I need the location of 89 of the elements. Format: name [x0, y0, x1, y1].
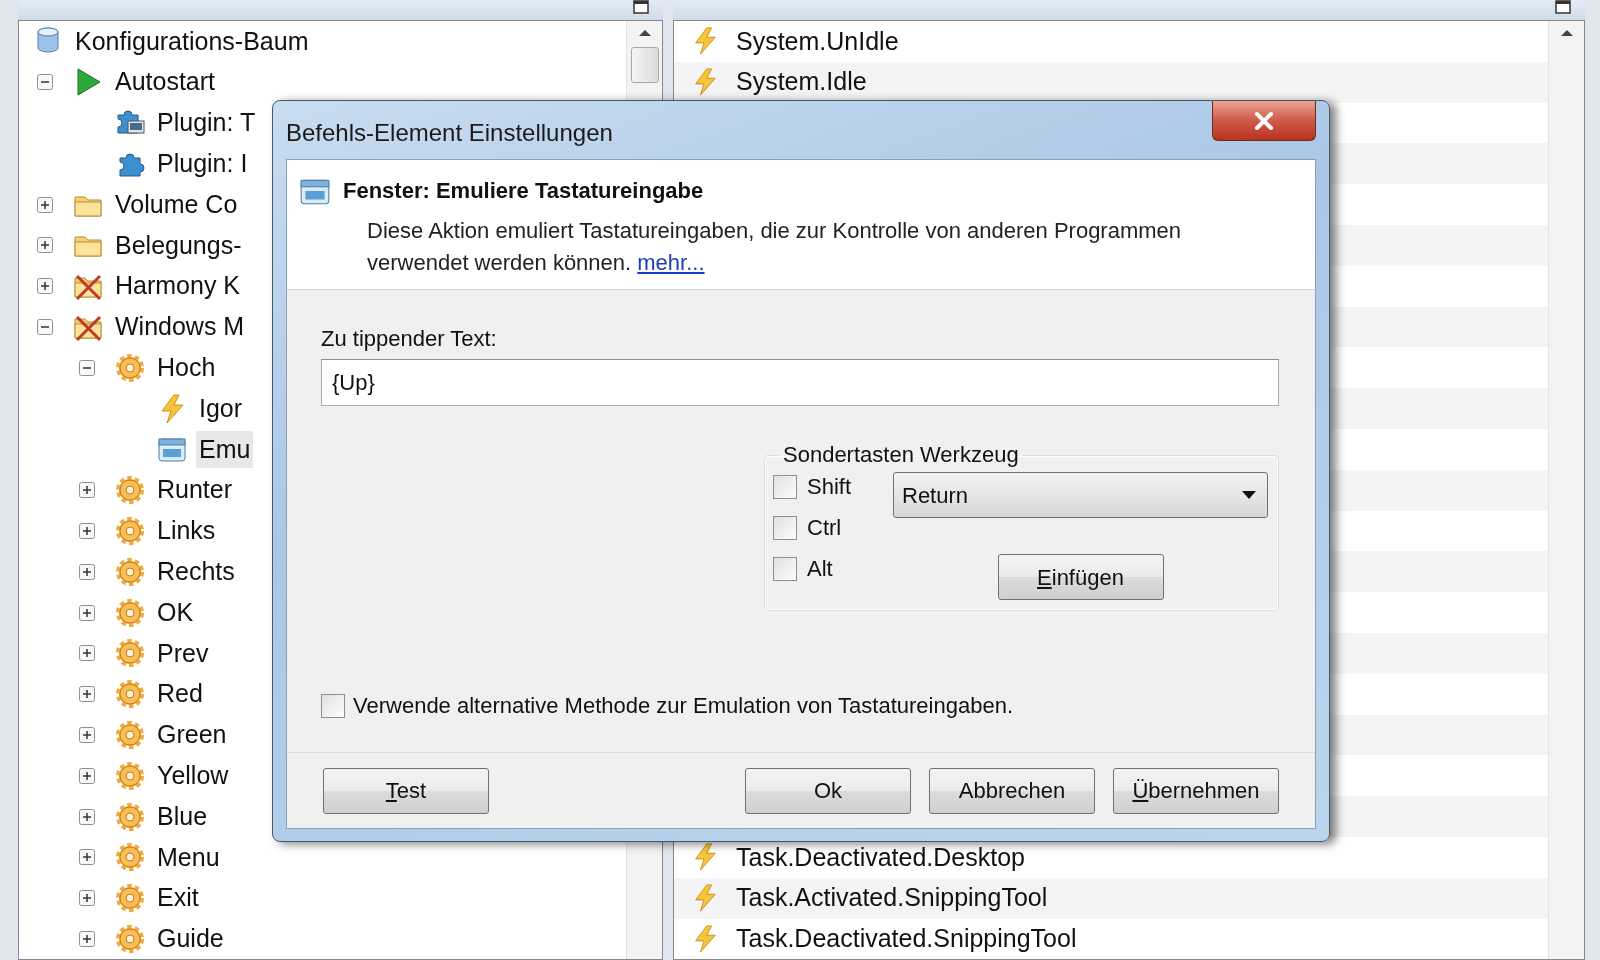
more-link[interactable]: mehr... [637, 250, 705, 275]
checkbox-label: Verwende alternative Methode zur Emulation von Tastatureingaben. [353, 692, 1013, 720]
checkbox-label: Shift [807, 473, 852, 501]
checkbox[interactable] [773, 556, 797, 581]
checkbox-label: Ctrl [807, 514, 842, 542]
action-description: Diese Aktion emuliert Tastatureingaben, die zur Kontrolle von anderen Programmen verwendet werden können. mehr... [367, 217, 1183, 277]
tree-item[interactable]: Volume Co [112, 185, 241, 224]
expand-icon[interactable] [79, 726, 95, 743]
tree-item[interactable]: Red [154, 675, 206, 713]
gear-icon [114, 596, 146, 629]
insert-button[interactable]: Einfügen [997, 554, 1164, 600]
tree-item[interactable]: Igor [196, 389, 246, 428]
tree-item[interactable]: Blue [154, 797, 211, 836]
gear-icon [114, 514, 146, 547]
group-title: Sondertasten Werkzeug [782, 444, 1020, 466]
gear-icon [114, 351, 146, 384]
collapse-icon[interactable] [79, 359, 95, 376]
tree-item[interactable]: Links [154, 512, 219, 550]
checkbox[interactable] [773, 474, 797, 499]
expand-icon[interactable] [79, 808, 95, 825]
scroll-up-icon[interactable] [1559, 29, 1574, 37]
gear-icon [114, 759, 146, 792]
log-entry: Task.Activated.SnippingTool [736, 882, 1048, 914]
tree-item[interactable]: Exit [154, 879, 202, 917]
scroll-up-icon[interactable] [637, 29, 652, 37]
checkbox-label: Alt [807, 555, 833, 583]
tree-item[interactable]: Prev [154, 634, 212, 673]
expand-icon[interactable] [79, 563, 95, 580]
tree-item[interactable]: Plugin: T [154, 104, 259, 142]
tree-item[interactable]: Guide [154, 920, 227, 958]
expand-icon[interactable] [79, 890, 95, 907]
gear-icon [114, 474, 146, 507]
dialog-button[interactable]: Ok [745, 767, 911, 814]
log-entry: System.Idle [736, 66, 867, 98]
tree-item[interactable]: Emu [196, 430, 254, 469]
expand-icon[interactable] [79, 767, 95, 784]
gear-icon [114, 718, 146, 751]
collapse-icon[interactable] [37, 318, 53, 335]
gear-icon [114, 882, 146, 915]
tree-item[interactable]: Windows M [112, 308, 248, 346]
maximize-icon[interactable] [1555, 0, 1571, 14]
log-entry: System.UnIdle [736, 25, 899, 57]
expand-icon[interactable] [79, 849, 95, 866]
tree-item[interactable]: Konfigurations-Baum [72, 22, 312, 61]
expand-icon[interactable] [79, 482, 95, 499]
collapse-icon[interactable] [37, 74, 53, 91]
expand-icon[interactable] [79, 522, 95, 539]
action-title: Fenster: Emuliere Tastatureingabe [343, 177, 705, 205]
caret-icon [1241, 490, 1257, 500]
expand-icon[interactable] [79, 930, 95, 947]
expand-icon[interactable] [37, 237, 53, 254]
gear-icon [114, 922, 146, 955]
tree-item[interactable]: Harmony K [112, 267, 244, 305]
expand-icon[interactable] [37, 196, 53, 213]
log-entry: Task.Deactivated.Desktop [736, 841, 1026, 873]
tree-item[interactable]: Yellow [154, 757, 232, 795]
gear-icon [114, 637, 146, 670]
dialog-button[interactable]: Übernehmen [1113, 767, 1279, 814]
tree-item[interactable]: Belegungs- [112, 226, 245, 265]
tree-item[interactable]: OK [154, 593, 197, 632]
dialog-button[interactable]: Abbrechen [929, 767, 1095, 814]
checkbox[interactable] [321, 693, 345, 718]
expand-icon[interactable] [79, 686, 95, 703]
expand-icon[interactable] [79, 604, 95, 621]
scrollbar[interactable] [1548, 21, 1584, 959]
field-label: Zu tippender Text: [321, 325, 498, 353]
text-input-field[interactable]: {Up} [321, 359, 1279, 406]
tree-item[interactable]: Green [154, 716, 230, 754]
scroll-thumb[interactable] [630, 47, 659, 83]
close-button[interactable] [1212, 101, 1316, 141]
dialog-title: Befehls-Element Einstellungen [286, 118, 613, 148]
tree-item[interactable]: Menu [154, 838, 223, 877]
tree-item[interactable]: Hoch [154, 349, 219, 387]
key-dropdown[interactable]: Return [893, 472, 1268, 518]
tree-item[interactable]: Rechts [154, 553, 238, 591]
tree-item[interactable]: Autostart [112, 63, 219, 101]
dialog-button[interactable]: Test [323, 767, 489, 814]
log-entry: Task.Deactivated.SnippingTool [736, 923, 1077, 955]
expand-icon[interactable] [79, 645, 95, 662]
tree-item[interactable]: Runter [154, 471, 236, 509]
gear-icon [114, 841, 146, 874]
checkbox[interactable] [773, 515, 797, 540]
expand-icon[interactable] [37, 278, 53, 295]
tree-item[interactable]: Plugin: I [154, 145, 251, 183]
gear-icon [114, 800, 146, 833]
maximize-icon[interactable] [633, 0, 649, 14]
close-icon [1253, 109, 1275, 132]
gear-icon [114, 678, 146, 711]
gear-icon [114, 555, 146, 588]
